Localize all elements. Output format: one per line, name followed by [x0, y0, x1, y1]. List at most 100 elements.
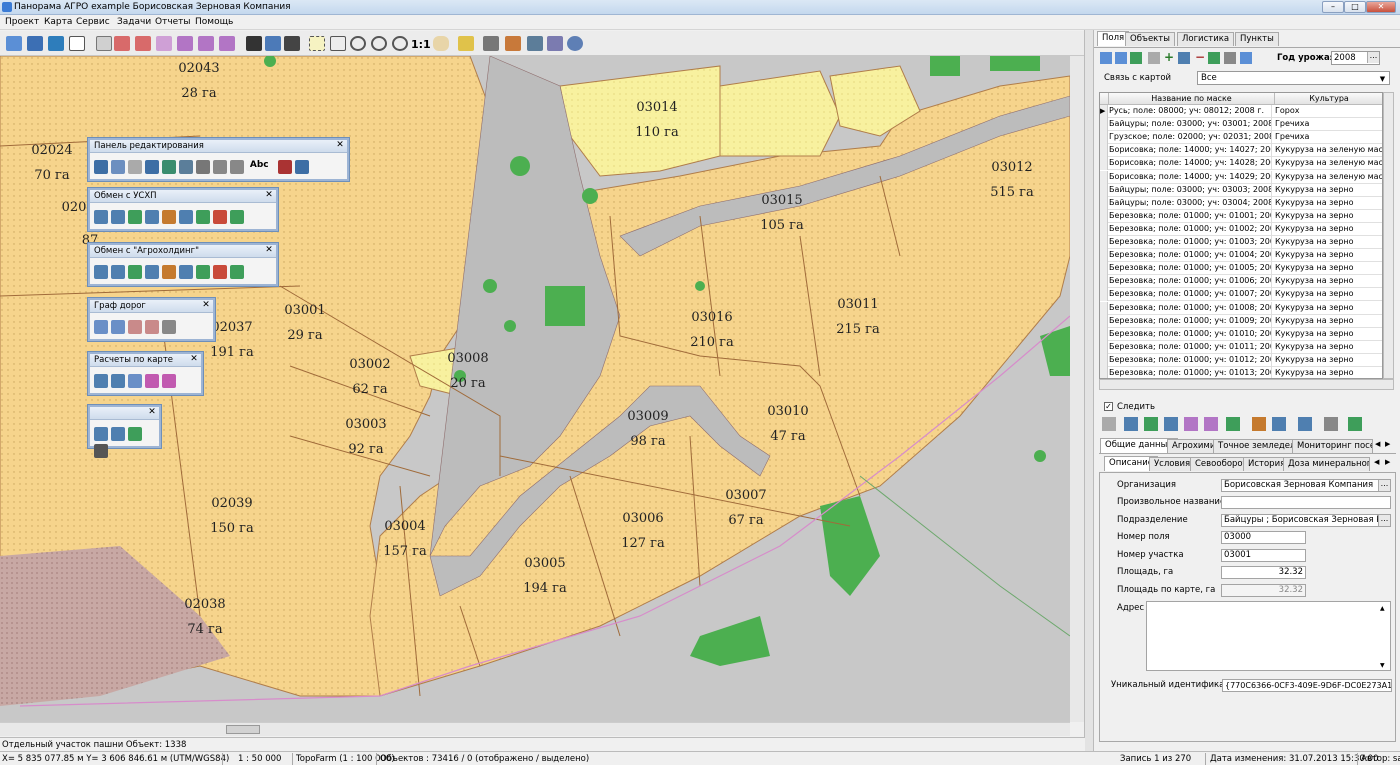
cell-crop[interactable]: Кукуруза на зерно [1275, 288, 1382, 301]
table-row[interactable]: Борисовка; поле: 14000; уч: 14027; 2008 … [1100, 144, 1382, 158]
area-icon[interactable] [111, 374, 125, 388]
delete-icon[interactable] [277, 160, 292, 174]
table-row[interactable]: Байцуры; поле: 03000; уч: 03001; 2008 г.… [1100, 118, 1382, 132]
table-row[interactable]: Березовка; поле: 01000; уч: 01013; 2008 … [1100, 367, 1382, 378]
road-graph-panel[interactable]: Граф дорог ✕ [88, 298, 215, 341]
map-horizontal-scrollbar[interactable] [0, 722, 1070, 736]
select-tool-icon[interactable] [114, 36, 130, 51]
close-icon[interactable]: ✕ [335, 141, 345, 151]
measure-icon[interactable] [94, 374, 108, 388]
route-icon[interactable] [527, 36, 543, 51]
cell-crop[interactable]: Кукуруза на зерно [1275, 328, 1382, 341]
tasks-icon[interactable] [179, 265, 193, 279]
cell-crop[interactable]: Кукуруза на зерно [1275, 249, 1382, 262]
close-icon[interactable]: ✕ [201, 301, 211, 311]
division-picker-button[interactable]: ... [1378, 515, 1390, 526]
arrows-icon[interactable] [284, 36, 300, 51]
cell-crop[interactable]: Гречиха [1275, 131, 1382, 144]
export-icon[interactable] [94, 265, 108, 279]
draw-line-icon[interactable] [111, 160, 125, 174]
table-row[interactable]: Березовка; поле: 01000; уч: 01007; 2008 … [1100, 288, 1382, 302]
cell-crop[interactable]: Кукуруза на зерно [1275, 354, 1382, 367]
cell-crop[interactable]: Кукуруза на зерно [1275, 223, 1382, 236]
cell-name[interactable]: Березовка; поле: 01000; уч: 01002; 2008 … [1109, 222, 1272, 236]
print-icon[interactable] [1224, 52, 1236, 64]
zoom-extent-icon[interactable] [330, 36, 346, 51]
building-icon[interactable] [1324, 417, 1338, 431]
tab-points[interactable]: Пункты [1235, 32, 1279, 46]
upload-icon[interactable] [213, 265, 227, 279]
tab-conditions[interactable]: Условия [1149, 457, 1196, 471]
cell-name[interactable]: Березовка; поле: 01000; уч: 01003; 2008 … [1109, 236, 1272, 249]
tasks-icon[interactable] [179, 210, 193, 224]
undo-icon[interactable] [294, 160, 309, 174]
org-field[interactable]: Борисовская Зерновая Компания... [1221, 479, 1391, 492]
table-row[interactable]: Березовка; поле: 01000; уч: 01011; 2008 … [1100, 340, 1382, 354]
join-icon[interactable] [179, 160, 193, 174]
print-icon[interactable] [96, 36, 112, 51]
cell-name[interactable]: Березовка; поле: 01000; уч: 01012; 2008 … [1109, 353, 1272, 367]
table-horizontal-scrollbar[interactable] [1099, 379, 1394, 390]
moon-icon[interactable] [567, 36, 583, 51]
header-name[interactable]: Название по маске [1109, 93, 1275, 105]
menu-service[interactable]: Сервис [76, 17, 110, 27]
menu-project[interactable]: Проект [5, 17, 39, 27]
refresh-icon[interactable] [230, 210, 244, 224]
table-row[interactable]: Борисовка; поле: 14000; уч: 14029; 2008 … [1100, 170, 1382, 184]
table-row[interactable]: Березовка; поле: 01000; уч: 01002; 2008 … [1100, 222, 1382, 236]
select-layer-icon[interactable] [198, 36, 214, 51]
cut-icon[interactable] [213, 160, 227, 174]
cell-name[interactable]: Березовка; поле: 01000; уч: 01007; 2008 … [1109, 288, 1272, 302]
camera-icon[interactable] [246, 36, 262, 51]
cell-crop[interactable]: Кукуруза на зеленую массу [1275, 144, 1382, 157]
org-picker-button[interactable]: ... [1378, 480, 1390, 491]
cell-name[interactable]: Березовка; поле: 01000; уч: 01009; 2008 … [1109, 314, 1272, 328]
scroll-down-icon[interactable]: ▼ [1380, 660, 1389, 669]
analysis-icon[interactable] [547, 36, 563, 51]
remove-icon[interactable]: − [1195, 51, 1205, 63]
cell-name[interactable]: Березовка; поле: 01000; уч: 01011; 2008 … [1109, 340, 1272, 354]
filter-icon[interactable] [1100, 52, 1112, 64]
cell-name[interactable]: Березовка; поле: 01000; уч: 01010; 2008 … [1109, 327, 1272, 341]
filter-clear-icon[interactable] [1130, 52, 1142, 64]
road-network-icon[interactable] [94, 320, 108, 334]
chevron-down-icon[interactable]: ▼ [1377, 73, 1388, 83]
import-icon[interactable] [111, 210, 125, 224]
tab-general[interactable]: Общие данные [1100, 438, 1178, 453]
road-add-icon[interactable] [111, 320, 125, 334]
cell-crop[interactable]: Кукуруза на зерно [1275, 210, 1382, 223]
cell-name[interactable]: Русь; поле: 08000; уч: 08012; 2008 г. [1109, 105, 1272, 118]
agroholding-exchange-panel[interactable]: Обмен с "Агрохолдинг" ✕ [88, 243, 278, 286]
cell-name[interactable]: Борисовка; поле: 14000; уч: 14027; 2008 … [1109, 144, 1272, 158]
filter-add-icon[interactable] [1115, 52, 1127, 64]
cell-name[interactable]: Березовка; поле: 01000; уч: 01001; 2008 … [1109, 209, 1272, 223]
cell-crop[interactable]: Гречиха [1275, 118, 1382, 131]
table-row[interactable]: ▶ Русь; поле: 08000; уч: 08012; 2008 г. Го… [1100, 105, 1382, 119]
scroll-up-icon[interactable]: ▲ [1380, 603, 1389, 612]
cell-name[interactable]: Березовка; поле: 01000; уч: 01006; 2008 … [1109, 275, 1272, 289]
table-row[interactable]: Березовка; поле: 01000; уч: 01010; 2008 … [1100, 327, 1382, 341]
cell-name[interactable]: Борисовка; поле: 14000; уч: 14029; 2008 … [1109, 170, 1272, 184]
add-record-icon[interactable] [1178, 52, 1190, 64]
header-crop[interactable]: Культура [1275, 93, 1382, 105]
import-icon[interactable] [111, 265, 125, 279]
tool-icon[interactable] [1252, 417, 1266, 431]
menu-tasks[interactable]: Задачи [117, 17, 151, 27]
maximize-button[interactable]: □ [1344, 1, 1366, 13]
cell-crop[interactable]: Кукуруза на зерно [1275, 341, 1382, 354]
tab-scroll-right-icon[interactable]: ▶ [1385, 440, 1390, 448]
cell-name[interactable]: Байцуры; поле: 03000; уч: 03004; 2008 г. [1109, 196, 1272, 210]
zoom-icon[interactable] [350, 36, 366, 51]
close-icon[interactable]: ✕ [264, 191, 274, 201]
menu-help[interactable]: Помощь [195, 17, 233, 27]
table-row[interactable]: Байцуры; поле: 03000; уч: 03004; 2008 г.… [1100, 196, 1382, 210]
select-polygon-icon[interactable] [156, 36, 172, 51]
settings-icon[interactable] [1102, 417, 1116, 431]
help-icon[interactable] [1240, 52, 1252, 64]
tab3-scroll-right-icon[interactable]: ▶ [1385, 458, 1390, 466]
table-row[interactable]: Борисовка; поле: 14000; уч: 14028; 2008 … [1100, 157, 1382, 171]
edit-panel[interactable]: Панель редактирования ✕ Abc [88, 138, 349, 181]
tab-fertilizer[interactable]: Доза минерального у [1283, 457, 1370, 471]
name-field[interactable] [1221, 496, 1391, 509]
add-icon[interactable]: + [1164, 51, 1174, 63]
